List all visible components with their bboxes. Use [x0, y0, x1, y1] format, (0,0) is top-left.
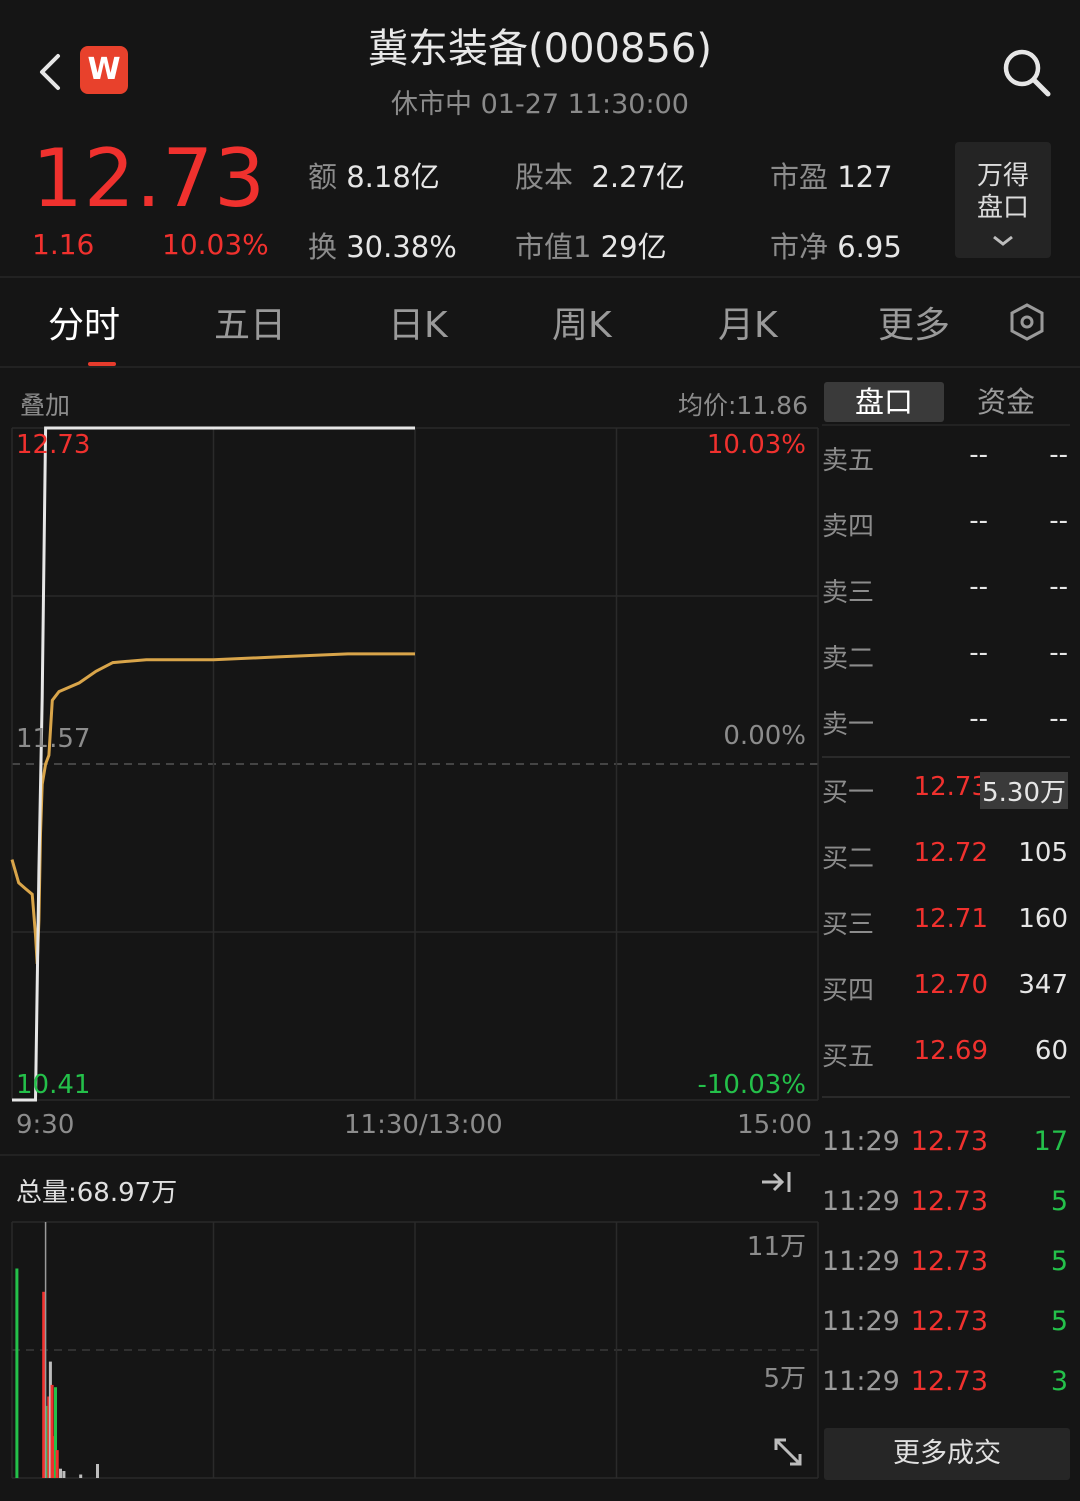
stat-market-cap: 市值1 29亿 — [515, 230, 667, 264]
more-trades-button[interactable]: 更多成交 — [824, 1428, 1070, 1480]
stat-pe: 市盈 127 — [770, 160, 893, 194]
trade-row: 11:29 12.73 17 — [822, 1126, 1068, 1157]
divider — [822, 424, 1070, 426]
pct-axis-high: 10.03% — [706, 430, 806, 460]
trade-row: 11:29 12.73 3 — [822, 1366, 1068, 1397]
volume-bar — [55, 1450, 59, 1478]
avg-price-label: 均价:11.86 — [678, 391, 808, 420]
stock-title: 冀东装备(000856) — [368, 26, 712, 72]
tab-weekly-k[interactable]: 周K — [552, 296, 612, 348]
volume-chart[interactable] — [0, 1218, 820, 1482]
trade-row: 11:29 12.73 5 — [822, 1306, 1068, 1337]
volume-bar — [96, 1464, 99, 1478]
ask-row: 卖二 -- -- — [822, 638, 1068, 674]
wande-orderbook-button[interactable]: 万得 盘口 — [955, 142, 1051, 258]
total-volume: 总量:68.97万 — [16, 1178, 178, 1208]
tab-five-day[interactable]: 五日 — [214, 296, 286, 348]
trade-row: 11:29 12.73 5 — [822, 1186, 1068, 1217]
time-axis-mid: 11:30/13:00 — [344, 1110, 503, 1140]
divider — [0, 276, 1080, 278]
time-axis-start: 9:30 — [16, 1110, 75, 1140]
tab-funds[interactable]: 资金 — [946, 382, 1066, 422]
price-change: 1.16 — [32, 228, 95, 261]
bid-row: 买五 12.69 60 — [822, 1036, 1068, 1072]
volume-axis-mid: 5万 — [763, 1364, 806, 1394]
divider — [822, 1096, 1070, 1098]
search-icon[interactable] — [1000, 46, 1052, 98]
stat-amount: 额 8.18亿 — [308, 160, 440, 194]
volume-bar — [79, 1474, 83, 1478]
wande-button-line2: 盘口 — [976, 193, 1029, 223]
wande-button-line1: 万得 — [976, 161, 1029, 191]
trade-row: 11:29 12.73 5 — [822, 1246, 1068, 1277]
divider — [0, 1154, 820, 1156]
overlay-button[interactable]: 叠加 — [20, 386, 70, 422]
volume-bar — [15, 1268, 19, 1478]
collapse-arrow-icon[interactable] — [758, 1166, 794, 1198]
divider — [0, 366, 1080, 368]
tab-monthly-k[interactable]: 月K — [718, 296, 778, 348]
orderbook-tabs: 盘口 资金 — [824, 382, 1070, 422]
stat-shares: 股本 2.27亿 — [515, 160, 686, 194]
tab-intraday[interactable]: 分时 — [48, 296, 120, 348]
intraday-price-chart[interactable] — [0, 420, 820, 1110]
bid-row: 买二 12.72 105 — [822, 838, 1068, 874]
tab-more[interactable]: 更多 — [878, 296, 950, 348]
ask-row: 卖三 -- -- — [822, 572, 1068, 608]
ask-row: 卖四 -- -- — [822, 506, 1068, 542]
volume-bar — [62, 1471, 66, 1478]
stat-turnover: 换 30.38% — [308, 230, 457, 264]
chevron-down-icon — [993, 235, 1013, 246]
volume-bar — [59, 1468, 62, 1478]
volume-grid — [11, 1221, 819, 1479]
bid-row: 买一 12.73 5.30万 — [822, 772, 1068, 809]
ask-row: 卖一 -- -- — [822, 704, 1068, 740]
tab-daily-k[interactable]: 日K — [388, 296, 448, 348]
divider — [822, 756, 1070, 758]
time-axis-end: 15:00 — [737, 1110, 812, 1140]
price-change-pct: 10.03% — [162, 228, 269, 261]
pct-axis-mid: 0.00% — [723, 721, 806, 751]
market-status: 休市中 01-27 11:30:00 — [391, 89, 689, 120]
price-axis-mid: 11.57 — [16, 724, 91, 754]
last-price: 12.73 — [32, 132, 267, 225]
price-grid — [11, 427, 819, 1101]
bid-row: 买三 12.71 160 — [822, 904, 1068, 940]
volume-bar — [42, 1291, 46, 1478]
tab-orderbook[interactable]: 盘口 — [824, 382, 944, 422]
pct-axis-low: -10.03% — [697, 1070, 806, 1100]
ask-row: 卖五 -- -- — [822, 440, 1068, 476]
price-axis-high: 12.73 — [16, 430, 91, 460]
bid-row: 买四 12.70 347 — [822, 970, 1068, 1006]
expand-icon[interactable] — [770, 1434, 806, 1470]
price-axis-low: 10.41 — [16, 1070, 91, 1100]
volume-axis-max: 11万 — [746, 1232, 806, 1262]
settings-hexagon-icon[interactable] — [1008, 302, 1046, 342]
stat-pb: 市净 6.95 — [770, 230, 902, 264]
